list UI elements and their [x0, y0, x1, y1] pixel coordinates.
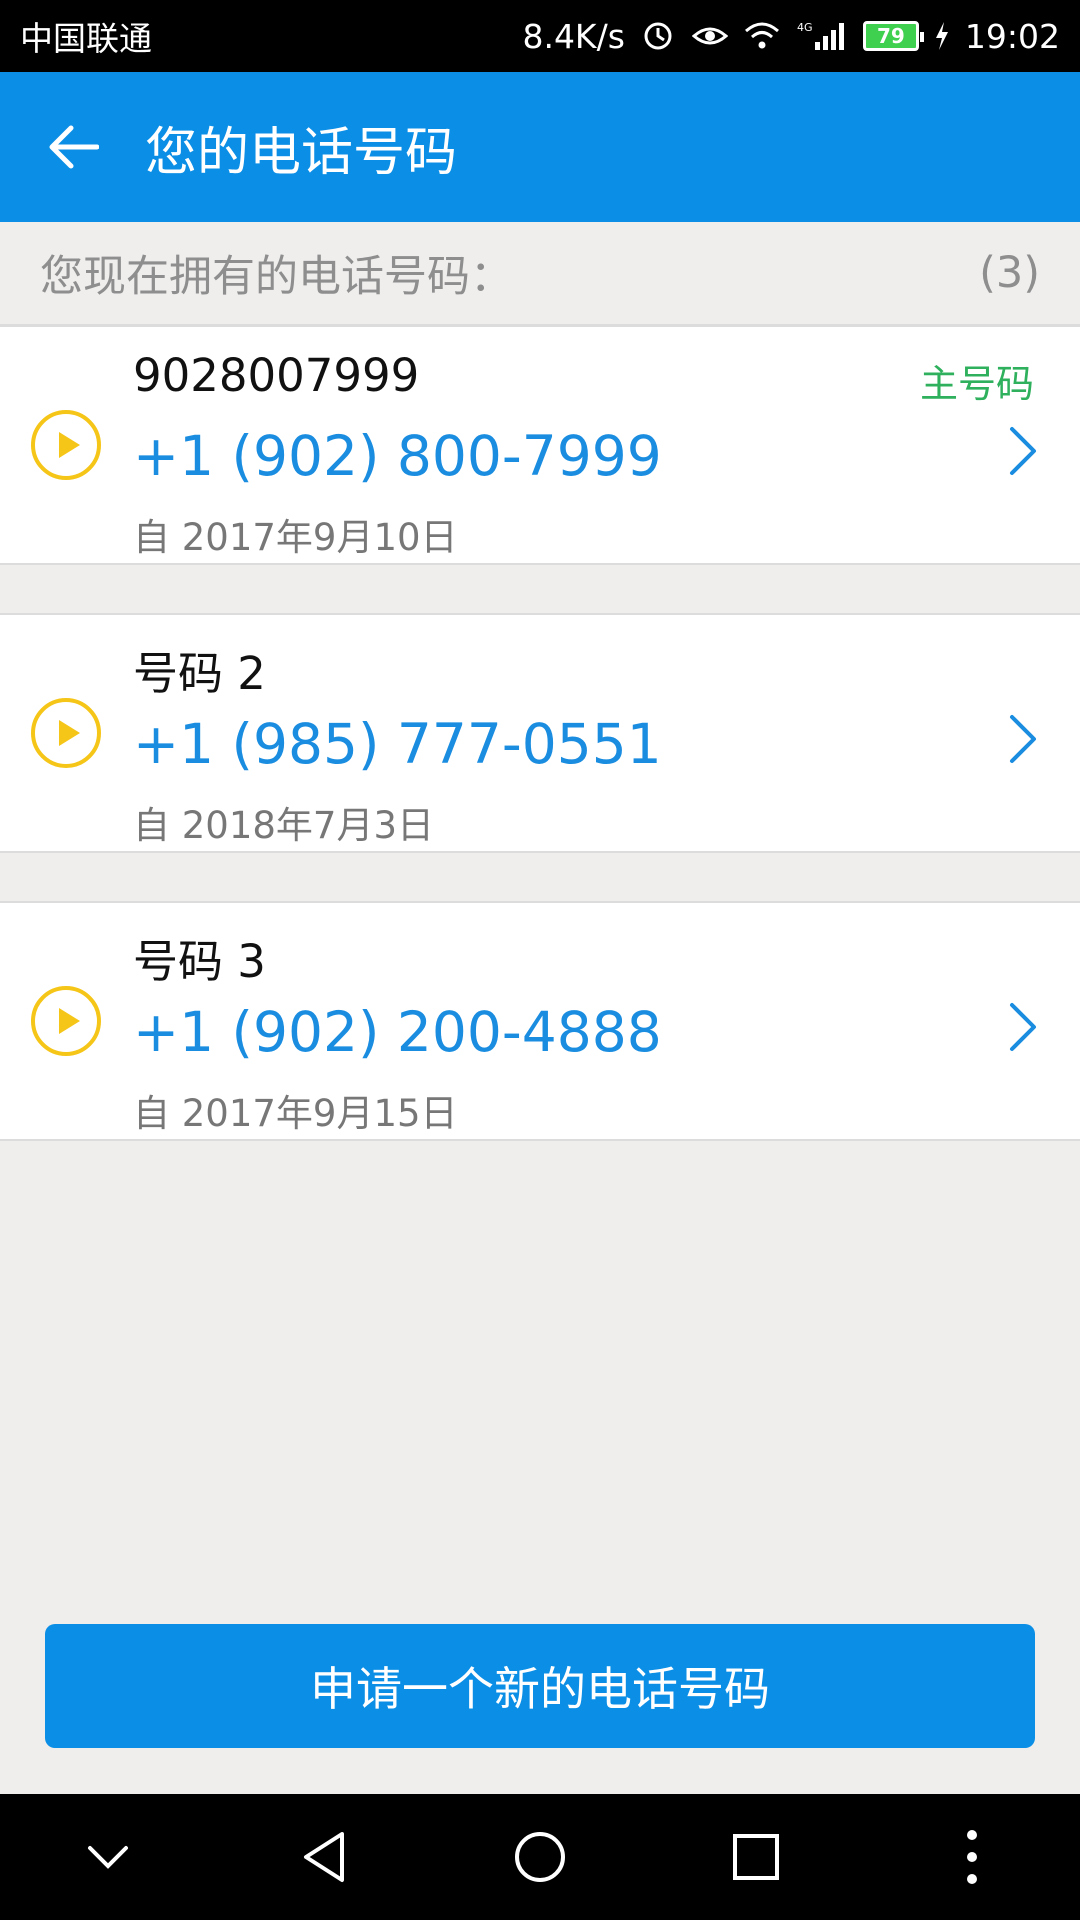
more-vertical-icon — [967, 1830, 977, 1884]
phone-number: +1 (985) 777-0551 — [133, 712, 662, 776]
number-since-date: 自 2017年9月15日 — [133, 1092, 458, 1135]
numbers-summary: 您现在拥有的电话号码： (3) — [0, 222, 1080, 326]
primary-number-badge: 主号码 — [919, 362, 1034, 406]
network-type-label: 4G — [797, 21, 813, 34]
app-bar: 您的电话号码 — [0, 72, 1080, 222]
battery-icon: 79 — [862, 21, 924, 51]
summary-label: 您现在拥有的电话号码： — [40, 252, 513, 302]
eye-comfort-icon — [691, 17, 729, 55]
numbers-count: (3) — [979, 248, 1040, 298]
status-icons: 8.4K/s 4G 79 19:02 — [522, 17, 1060, 56]
number-name: 9028007999 — [133, 349, 420, 402]
number-since-date: 自 2018年7月3日 — [133, 804, 435, 847]
back-button[interactable] — [0, 72, 145, 222]
page-title: 您的电话号码 — [145, 122, 458, 183]
phone-number-item[interactable]: 号码 3 +1 (902) 200-4888 自 2017年9月15日 — [0, 901, 1080, 1141]
request-new-number-button[interactable]: 申请一个新的电话号码 — [45, 1624, 1035, 1748]
phone-number-item[interactable]: 9028007999 主号码 +1 (902) 800-7999 自 2017年… — [0, 325, 1080, 565]
triangle-back-icon — [304, 1832, 344, 1882]
data-saver-icon — [639, 17, 677, 55]
carrier-name: 中国联通 — [20, 19, 152, 58]
chevron-right-icon — [1010, 715, 1036, 763]
nav-more-button[interactable] — [917, 1802, 1027, 1912]
nav-recents-button[interactable] — [701, 1802, 811, 1912]
chevron-down-icon — [88, 1846, 128, 1869]
arrow-left-icon — [49, 125, 99, 169]
phone-number: +1 (902) 800-7999 — [133, 424, 662, 488]
nav-home-button[interactable] — [485, 1802, 595, 1912]
play-voicemail-icon[interactable] — [30, 985, 102, 1057]
network-speed: 8.4K/s — [522, 16, 625, 56]
circle-home-icon — [515, 1832, 565, 1882]
status-bar: 中国联通 8.4K/s 4G 79 19:02 — [0, 0, 1080, 72]
system-nav-bar — [0, 1794, 1080, 1920]
number-name: 号码 2 — [133, 647, 266, 700]
phone-number-item[interactable]: 号码 2 +1 (985) 777-0551 自 2018年7月3日 — [0, 613, 1080, 853]
chevron-right-icon — [1010, 427, 1036, 475]
charging-icon — [933, 17, 951, 55]
number-name: 号码 3 — [133, 935, 266, 988]
play-voicemail-icon[interactable] — [30, 697, 102, 769]
square-recents-icon — [733, 1834, 779, 1880]
hide-nav-button[interactable] — [53, 1802, 163, 1912]
phone-number: +1 (902) 200-4888 — [133, 1000, 662, 1064]
chevron-right-icon — [1010, 1003, 1036, 1051]
clock: 19:02 — [964, 16, 1060, 56]
number-since-date: 自 2017年9月10日 — [133, 516, 458, 559]
signal-icon: 4G — [795, 17, 849, 55]
nav-back-button[interactable] — [269, 1802, 379, 1912]
wifi-icon — [743, 17, 781, 55]
play-voicemail-icon[interactable] — [30, 409, 102, 481]
